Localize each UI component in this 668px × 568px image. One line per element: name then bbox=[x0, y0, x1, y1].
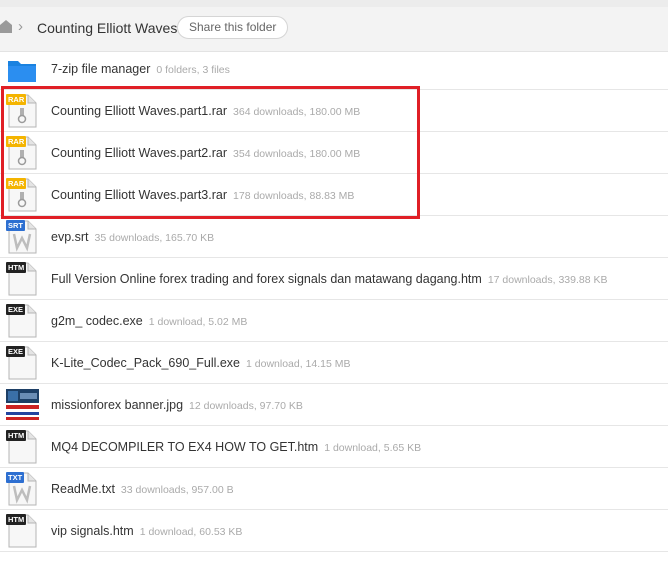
file-type-badge: RAR bbox=[6, 178, 27, 189]
file-meta: 1 download, 5.65 KB bbox=[324, 442, 422, 454]
file-name[interactable]: Counting Elliott Waves.part2.rar bbox=[51, 146, 227, 160]
list-item[interactable]: EXE K-Lite_Codec_Pack_690_Full.exe 1 down… bbox=[0, 342, 668, 384]
file-meta: 364 downloads, 180.00 MB bbox=[233, 106, 361, 118]
file-meta: 178 downloads, 88.83 MB bbox=[233, 190, 355, 202]
file-name[interactable]: Counting Elliott Waves.part3.rar bbox=[51, 188, 227, 202]
list-item[interactable]: TXT ReadMe.txt 33 downloads, 957.00 B bbox=[0, 468, 668, 510]
file-name[interactable]: evp.srt bbox=[51, 230, 89, 244]
file-meta: 12 downloads, 97.70 KB bbox=[189, 400, 303, 412]
txt-file-icon: TXT bbox=[6, 472, 38, 506]
file-meta: 354 downloads, 180.00 MB bbox=[233, 148, 361, 160]
file-name[interactable]: MQ4 DECOMPILER TO EX4 HOW TO GET.htm bbox=[51, 440, 318, 454]
file-name[interactable]: missionforex banner.jpg bbox=[51, 398, 183, 412]
folder-header: › Counting Elliott Waves Share this fold… bbox=[0, 0, 668, 52]
list-item[interactable]: SRT evp.srt 35 downloads, 165.70 KB bbox=[0, 216, 668, 258]
folder-icon bbox=[6, 52, 38, 86]
htm-file-icon: HTM bbox=[6, 430, 38, 464]
file-type-badge: HTM bbox=[6, 514, 27, 525]
file-type-badge: HTM bbox=[6, 262, 27, 273]
file-name[interactable]: ReadMe.txt bbox=[51, 482, 115, 496]
file-meta: 1 download, 5.02 MB bbox=[148, 316, 248, 328]
list-item[interactable]: HTM Full Version Online forex trading an… bbox=[0, 258, 668, 300]
file-name[interactable]: g2m_ codec.exe bbox=[51, 314, 143, 328]
file-meta: 1 download, 60.53 KB bbox=[139, 526, 243, 538]
file-type-badge: TXT bbox=[6, 472, 25, 483]
list-item[interactable]: RAR Counting Elliott Waves.part2.rar 354 … bbox=[0, 132, 668, 174]
htm-file-icon: HTM bbox=[6, 262, 38, 296]
breadcrumb-separator: › bbox=[18, 18, 23, 35]
file-name[interactable]: K-Lite_Codec_Pack_690_Full.exe bbox=[51, 356, 240, 370]
file-type-badge: EXE bbox=[6, 304, 26, 315]
srt-file-icon: SRT bbox=[6, 220, 38, 254]
file-name[interactable]: vip signals.htm bbox=[51, 524, 134, 538]
breadcrumb-folder-title[interactable]: Counting Elliott Waves bbox=[37, 19, 177, 37]
home-icon[interactable] bbox=[0, 19, 12, 33]
file-name[interactable]: Counting Elliott Waves.part1.rar bbox=[51, 104, 227, 118]
exe-file-icon: EXE bbox=[6, 304, 38, 338]
list-item[interactable]: EXE g2m_ codec.exe 1 download, 5.02 MB bbox=[0, 300, 668, 342]
file-name[interactable]: 7-zip file manager bbox=[51, 62, 150, 76]
file-meta: 35 downloads, 165.70 KB bbox=[94, 232, 215, 244]
exe-file-icon: EXE bbox=[6, 346, 38, 380]
rar-file-icon: RAR bbox=[6, 178, 38, 212]
list-item[interactable]: missionforex banner.jpg 12 downloads, 97.… bbox=[0, 384, 668, 426]
image-thumbnail bbox=[6, 388, 39, 422]
file-type-badge: RAR bbox=[6, 136, 27, 147]
rar-file-icon: RAR bbox=[6, 136, 38, 170]
list-item[interactable]: RAR Counting Elliott Waves.part1.rar 364 … bbox=[0, 90, 668, 132]
htm-file-icon: HTM bbox=[6, 514, 38, 548]
list-item[interactable]: HTM MQ4 DECOMPILER TO EX4 HOW TO GET.htm… bbox=[0, 426, 668, 468]
file-name[interactable]: Full Version Online forex trading and fo… bbox=[51, 272, 482, 286]
list-item[interactable]: HTM vip signals.htm 1 download, 60.53 KB bbox=[0, 510, 668, 552]
file-meta: 17 downloads, 339.88 KB bbox=[487, 274, 608, 286]
list-item[interactable]: 7-zip file manager 0 folders, 3 files bbox=[0, 48, 668, 90]
file-type-badge: SRT bbox=[6, 220, 25, 231]
file-type-badge: RAR bbox=[6, 94, 27, 105]
file-meta: 0 folders, 3 files bbox=[156, 64, 230, 76]
file-meta: 1 download, 14.15 MB bbox=[246, 358, 351, 370]
list-item[interactable]: RAR Counting Elliott Waves.part3.rar 178 … bbox=[0, 174, 668, 216]
file-type-badge: EXE bbox=[6, 346, 26, 357]
share-folder-button[interactable]: Share this folder bbox=[177, 16, 289, 39]
file-type-badge: HTM bbox=[6, 430, 27, 441]
rar-file-icon: RAR bbox=[6, 94, 38, 128]
file-meta: 33 downloads, 957.00 B bbox=[120, 484, 234, 496]
file-list: 7-zip file manager 0 folders, 3 files RAR… bbox=[0, 48, 668, 552]
